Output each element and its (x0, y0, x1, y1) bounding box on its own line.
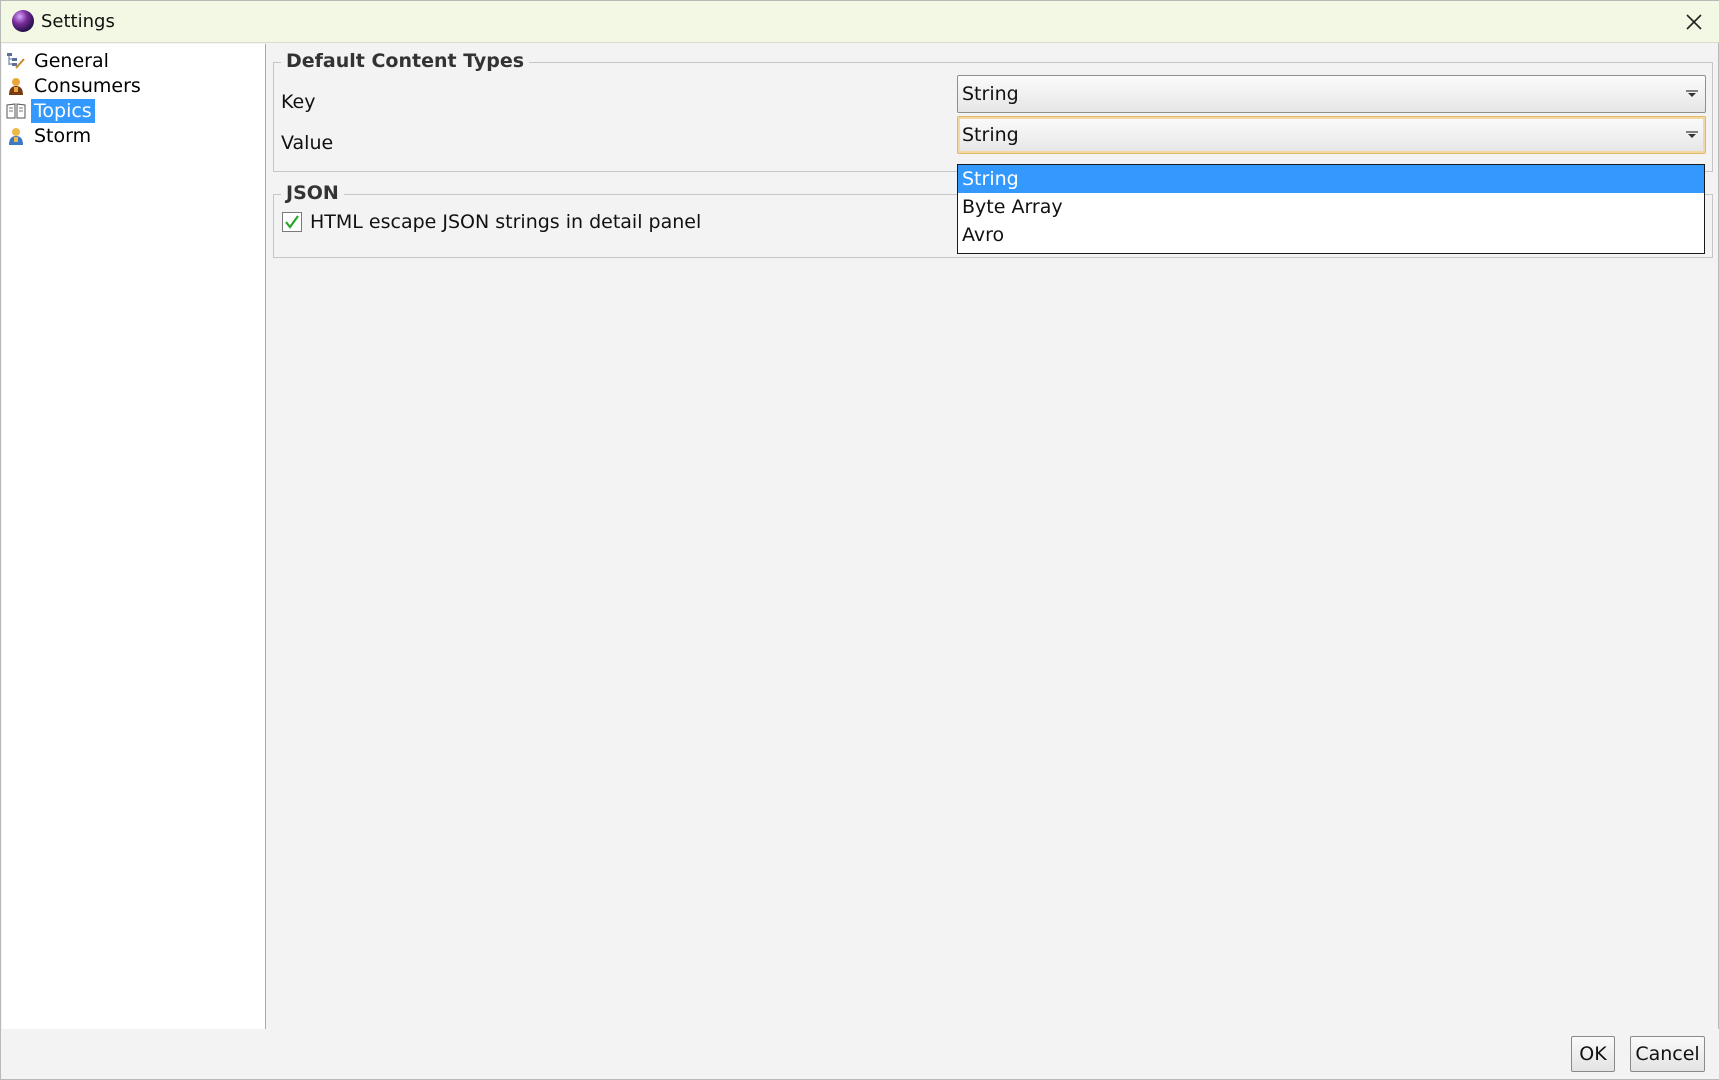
ok-button[interactable]: OK (1571, 1036, 1615, 1072)
dialog-button-bar: OK Cancel (1, 1029, 1719, 1079)
title-bar: Settings (1, 1, 1719, 43)
consumers-person-icon (6, 76, 26, 96)
dropdown-option-byte-array[interactable]: Byte Array (958, 193, 1704, 221)
html-escape-json-checkbox[interactable] (282, 212, 302, 232)
sidebar-item-storm[interactable]: Storm (6, 123, 94, 149)
storm-person-icon (6, 126, 26, 146)
sidebar-item-label: Topics (31, 99, 95, 123)
group-title: Default Content Types (281, 50, 530, 72)
value-label: Value (281, 132, 334, 154)
sidebar-item-label: General (34, 50, 109, 72)
key-content-type-select[interactable]: String (957, 75, 1706, 113)
check-mark-icon (285, 215, 299, 229)
topics-book-icon (6, 101, 26, 121)
sidebar-item-consumers[interactable]: Consumers (6, 73, 144, 99)
value-select-value: String (962, 124, 1019, 146)
close-icon (1686, 14, 1702, 30)
group-title: JSON (281, 182, 344, 204)
dropdown-arrow-icon (1679, 117, 1705, 153)
settings-dialog: Settings General Consumers Topics Storm … (0, 0, 1719, 1080)
sidebar-item-label: Consumers (34, 75, 141, 97)
window-title: Settings (41, 11, 115, 32)
sidebar-item-topics[interactable]: Topics (6, 98, 95, 124)
dropdown-option-avro[interactable]: Avro (958, 221, 1704, 249)
html-escape-json-checkbox-row[interactable]: HTML escape JSON strings in detail panel (282, 211, 701, 233)
checkbox-label: HTML escape JSON strings in detail panel (310, 211, 702, 233)
app-logo-icon (12, 10, 34, 32)
dropdown-option-string[interactable]: String (958, 165, 1704, 193)
cancel-button[interactable]: Cancel (1630, 1036, 1705, 1072)
close-button[interactable] (1668, 1, 1719, 43)
dropdown-arrow-icon (1679, 76, 1705, 112)
value-dropdown-list: String Byte Array Avro (957, 164, 1705, 254)
general-tree-icon (6, 51, 26, 71)
key-label: Key (281, 91, 316, 113)
sidebar-item-general[interactable]: General (6, 48, 112, 74)
value-content-type-select[interactable]: String (957, 116, 1706, 154)
settings-category-tree: General Consumers Topics Storm (2, 44, 266, 1029)
key-select-value: String (962, 83, 1019, 105)
sidebar-item-label: Storm (34, 125, 92, 147)
